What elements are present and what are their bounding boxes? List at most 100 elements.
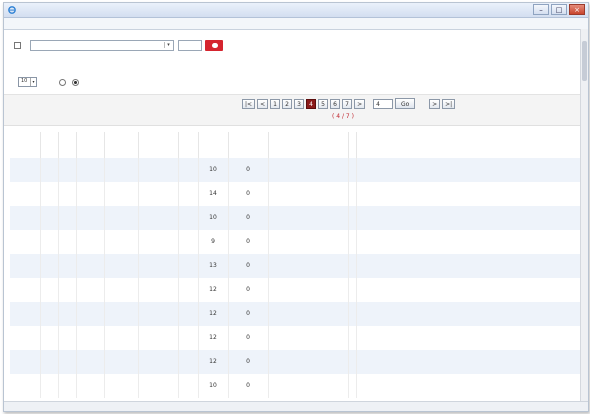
- chevron-down-icon[interactable]: ▾: [164, 41, 172, 48]
- school-select[interactable]: ▾: [30, 39, 174, 51]
- table-cell: [178, 230, 199, 254]
- table-cell: [178, 254, 199, 278]
- speech-bubble-icon: [212, 42, 218, 48]
- table-cell: [10, 326, 41, 350]
- page-current: 4: [336, 113, 341, 120]
- table-cell: [58, 182, 77, 206]
- table-cell: [178, 278, 199, 302]
- table-cell: [348, 278, 357, 302]
- table-header-row: [10, 132, 583, 158]
- page-button[interactable]: 2: [282, 98, 293, 109]
- table-cell: [58, 206, 77, 230]
- table-cell: 0: [228, 206, 269, 230]
- page-button[interactable]: 1: [270, 98, 281, 109]
- extra-input[interactable]: [178, 39, 202, 51]
- table-cell: 0: [228, 182, 269, 206]
- prev-block-button[interactable]: <: [257, 98, 269, 109]
- per-page-select[interactable]: 10 ▾: [18, 77, 37, 87]
- table-cell: [348, 326, 357, 350]
- last-page-button[interactable]: >|: [442, 98, 456, 109]
- table-cell: [10, 206, 41, 230]
- page-button[interactable]: 5: [318, 98, 329, 109]
- table-row[interactable]: 12 0: [10, 278, 583, 302]
- go-button[interactable]: Go: [395, 98, 416, 109]
- per-page-value: 10: [21, 78, 28, 84]
- table-cell: [268, 182, 349, 206]
- table-cell: [10, 374, 41, 398]
- table-cell: [178, 326, 199, 350]
- table-cell: [76, 182, 105, 206]
- page-button[interactable]: 7: [342, 98, 353, 109]
- goto-page-input[interactable]: 4: [373, 98, 394, 109]
- next-page-button[interactable]: >: [429, 98, 441, 109]
- table-cell: 10: [198, 374, 229, 398]
- table-row[interactable]: 12 0: [10, 350, 583, 374]
- table-cell: 10: [198, 206, 229, 230]
- table-cell: [40, 182, 59, 206]
- table-cell: [356, 158, 583, 182]
- table-cell: [138, 158, 179, 182]
- maximize-icon[interactable]: □: [551, 4, 567, 15]
- table-cell: [356, 254, 583, 278]
- first-page-button[interactable]: |<: [242, 98, 256, 109]
- options-row: 10 ▾: [14, 76, 109, 88]
- table-cell: [104, 158, 139, 182]
- page-button[interactable]: 3: [294, 98, 305, 109]
- column-header: [348, 132, 357, 158]
- table-cell: [40, 374, 59, 398]
- table-cell: 12: [198, 278, 229, 302]
- table-row[interactable]: 12 0: [10, 326, 583, 350]
- page-total: 7: [345, 113, 350, 120]
- table-cell: [356, 326, 583, 350]
- table-cell: [138, 182, 179, 206]
- query-button[interactable]: [205, 39, 223, 51]
- table-cell: [58, 374, 77, 398]
- table-cell: [138, 230, 179, 254]
- page-button[interactable]: 6: [330, 98, 341, 109]
- table-row[interactable]: 10 0: [10, 206, 583, 230]
- table-cell: [104, 254, 139, 278]
- page-position: ( 4 / 7 ): [332, 113, 354, 120]
- table-cell: [10, 350, 41, 374]
- table-row[interactable]: 13 0: [10, 254, 583, 278]
- school-filter-checkbox[interactable]: [14, 41, 21, 49]
- table-row[interactable]: 12 0: [10, 302, 583, 326]
- table-cell: [178, 206, 199, 230]
- table-cell: [348, 302, 357, 326]
- table-cell: [58, 254, 77, 278]
- table-cell: [76, 206, 105, 230]
- table-cell: [268, 230, 349, 254]
- table-cell: [104, 350, 139, 374]
- table-cell: [348, 350, 357, 374]
- table-row[interactable]: 14 0: [10, 182, 583, 206]
- table-cell: [356, 230, 583, 254]
- minimize-icon[interactable]: –: [533, 4, 549, 15]
- table-cell: [104, 278, 139, 302]
- table-row[interactable]: 90: [10, 230, 583, 254]
- next-block-button[interactable]: >: [354, 98, 366, 109]
- table-cell: [104, 230, 139, 254]
- table-cell: [356, 278, 583, 302]
- order-desc-radio[interactable]: [59, 78, 66, 86]
- table-cell: [356, 302, 583, 326]
- table-cell: [58, 278, 77, 302]
- table-cell: [268, 158, 349, 182]
- table-cell: 0: [228, 326, 269, 350]
- table-cell: [104, 182, 139, 206]
- table-cell: 0: [228, 374, 269, 398]
- vertical-scrollbar[interactable]: [580, 29, 588, 402]
- table-cell: [356, 374, 583, 398]
- table-row[interactable]: 10 0: [10, 374, 583, 398]
- table-cell: [40, 158, 59, 182]
- current-page-button[interactable]: 4: [306, 98, 317, 109]
- table-row[interactable]: 10 0: [10, 158, 583, 182]
- table-cell: [268, 302, 349, 326]
- order-asc-radio[interactable]: [72, 78, 79, 86]
- table-cell: [58, 326, 77, 350]
- scrollbar-thumb[interactable]: [582, 41, 587, 81]
- column-header: [268, 132, 349, 158]
- column-header: [104, 132, 139, 158]
- column-header: [40, 132, 59, 158]
- close-icon[interactable]: ×: [569, 4, 585, 15]
- browser-window: – □ × ▾ 10 ▾ |< < 1 2 3 4 5 6 7 > 4 Go >…: [3, 2, 589, 412]
